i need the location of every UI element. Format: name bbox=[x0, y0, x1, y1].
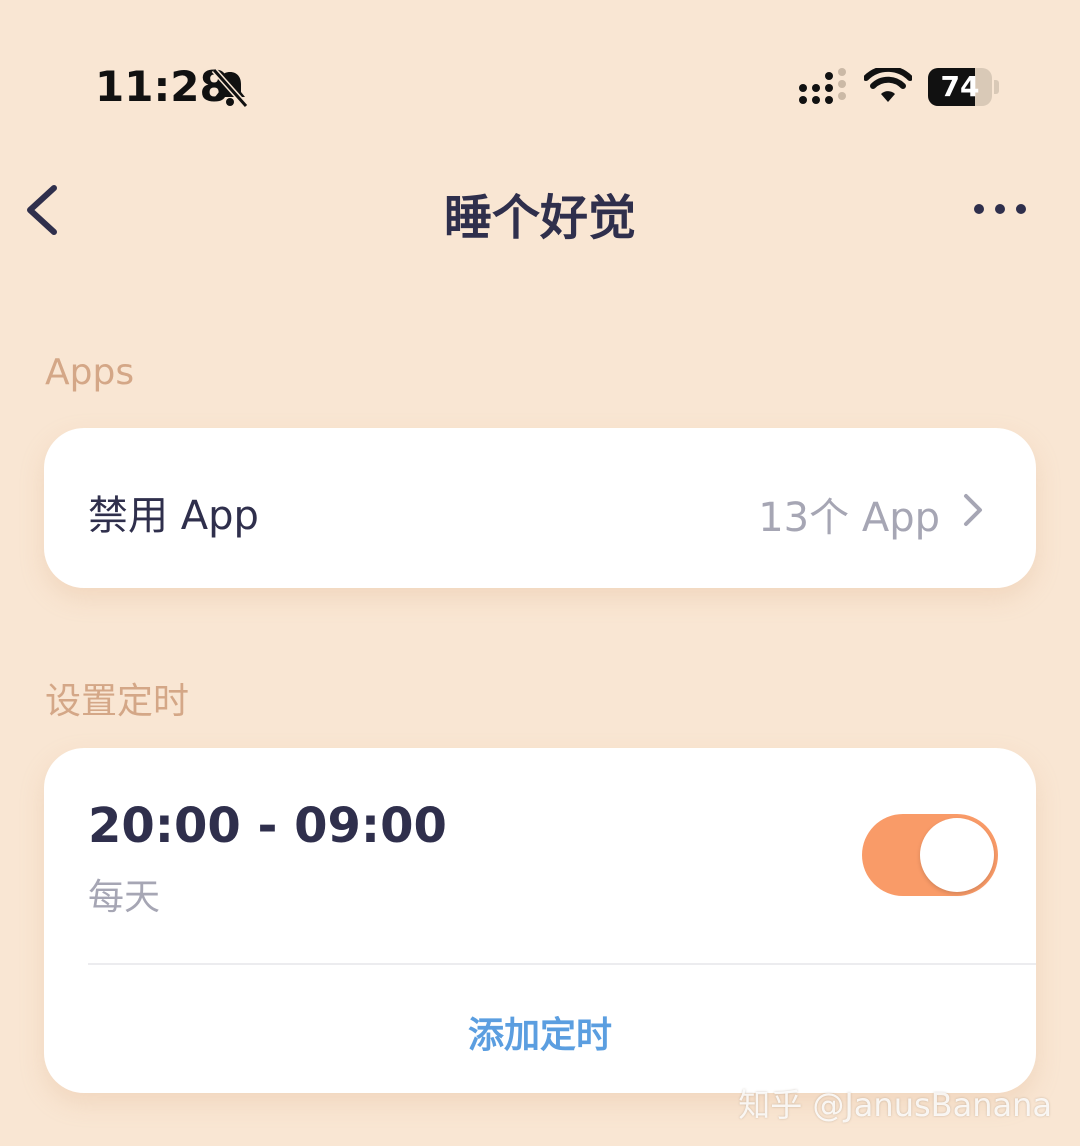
battery-icon: 74 bbox=[928, 68, 1000, 106]
watermark: 知乎 @JanusBanana bbox=[738, 1086, 1052, 1124]
schedule-card: 20:00 - 09:00 每天 添加定时 bbox=[44, 748, 1036, 1093]
chevron-right-icon bbox=[964, 494, 982, 526]
page-title: 睡个好觉 bbox=[443, 190, 636, 246]
blocked-apps-label: 禁用 App bbox=[88, 493, 259, 539]
signal-icon bbox=[799, 68, 846, 104]
add-schedule-button[interactable]: 添加定时 bbox=[44, 1006, 1036, 1058]
schedule-toggle[interactable] bbox=[862, 814, 998, 896]
battery-level: 74 bbox=[940, 70, 980, 103]
toggle-knob bbox=[920, 818, 994, 892]
schedule-section-heading: 设置定时 bbox=[45, 681, 190, 722]
schedule-time-range[interactable]: 20:00 - 09:00 bbox=[88, 798, 447, 854]
divider bbox=[88, 963, 1036, 965]
apps-section-heading: Apps bbox=[45, 352, 135, 393]
wifi-icon bbox=[864, 68, 912, 102]
blocked-apps-count: 13个 App bbox=[758, 495, 940, 541]
schedule-repeat: 每天 bbox=[88, 877, 161, 918]
blocked-apps-row[interactable]: 禁用 App 13个 App bbox=[44, 428, 1036, 588]
more-dots-icon[interactable] bbox=[968, 196, 1032, 222]
bell-slash-icon bbox=[211, 68, 249, 108]
